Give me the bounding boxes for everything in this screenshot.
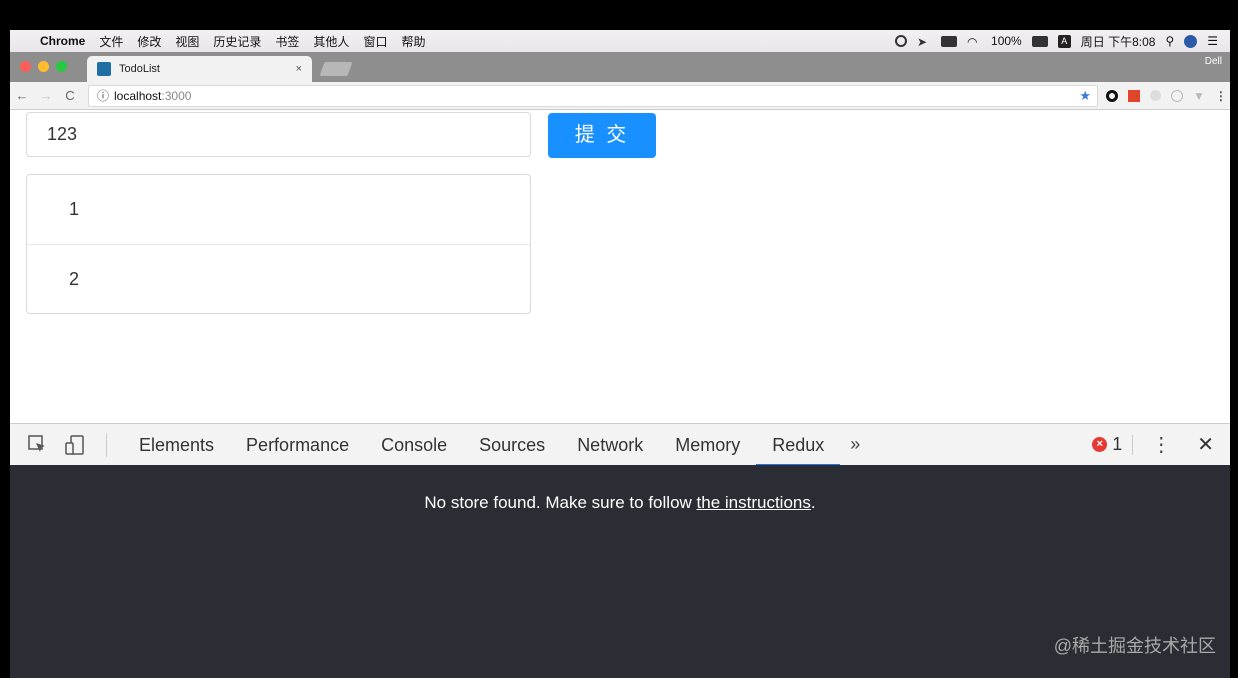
mac-menu-bar: Chrome 文件 修改 视图 历史记录 书签 其他人 窗口 帮助 ➤ ◠ 10…: [10, 30, 1230, 52]
battery-percent: 100%: [991, 34, 1022, 48]
message-end: .: [810, 493, 816, 512]
message-text: No store found. Make sure to follow: [424, 493, 697, 512]
menu-window[interactable]: 窗口: [363, 33, 387, 50]
back-icon[interactable]: ←: [10, 88, 34, 103]
divider: [106, 432, 107, 457]
page-content: 123 提 交 1 2: [10, 111, 1230, 423]
reload-icon[interactable]: C: [58, 88, 82, 103]
devtools-menu-icon[interactable]: ⋮: [1151, 432, 1171, 457]
screen: Chrome 文件 修改 视图 历史记录 书签 其他人 窗口 帮助 ➤ ◠ 10…: [10, 30, 1230, 678]
display-icon[interactable]: [941, 35, 958, 47]
menu-file[interactable]: 文件: [99, 33, 123, 50]
extensions: ▼ ⋮: [1106, 89, 1227, 103]
tab-memory[interactable]: Memory: [659, 424, 756, 466]
menu-clock[interactable]: 周日 下午8:08: [1081, 33, 1156, 50]
menu-edit[interactable]: 修改: [137, 33, 161, 50]
tab-sources[interactable]: Sources: [463, 424, 561, 466]
menu-people[interactable]: 其他人: [313, 33, 349, 50]
notification-center-icon[interactable]: ☰: [1207, 34, 1218, 48]
extension-ring-icon[interactable]: [1106, 89, 1118, 102]
redux-panel: No store found. Make sure to follow the …: [10, 465, 1230, 678]
tab-performance[interactable]: Performance: [230, 424, 365, 466]
minimize-window-icon[interactable]: [38, 61, 49, 72]
browser-toolbar: ← → C ⓘ localhost :3000 ★ ▼ ⋮: [10, 82, 1230, 110]
device-toolbar-icon[interactable]: [64, 434, 86, 456]
extension-red-icon[interactable]: [1128, 89, 1140, 102]
browser-tab[interactable]: TodoList ×: [87, 56, 312, 82]
tab-title: TodoList: [119, 63, 160, 75]
tab-redux[interactable]: Redux: [756, 424, 841, 466]
wifi-icon[interactable]: ◠: [967, 35, 981, 49]
list-item[interactable]: 2: [27, 244, 530, 313]
vue-devtools-icon[interactable]: ▼: [1193, 89, 1205, 103]
profile-name[interactable]: Dell: [1205, 56, 1230, 79]
new-tab-button[interactable]: [319, 62, 353, 76]
watermark: @稀土掘金技术社区: [1053, 636, 1216, 656]
favicon-icon: [97, 62, 111, 76]
input-method-icon[interactable]: A: [1057, 34, 1071, 48]
url-port: :3000: [161, 88, 192, 103]
extension-outline-icon[interactable]: [1171, 89, 1183, 102]
menu-view[interactable]: 视图: [175, 33, 199, 50]
instructions-link[interactable]: the instructions: [697, 493, 811, 512]
devtools-tab-bar: Elements Performance Console Sources Net…: [10, 423, 1230, 466]
no-store-message: No store found. Make sure to follow the …: [10, 493, 1230, 513]
more-tabs-icon[interactable]: »: [840, 434, 870, 455]
menu-history[interactable]: 历史记录: [213, 33, 261, 50]
todo-input[interactable]: 123: [26, 112, 531, 157]
battery-icon[interactable]: [1031, 35, 1048, 47]
window-controls: [10, 61, 77, 82]
chrome-menu-icon[interactable]: ⋮: [1215, 89, 1227, 103]
forward-icon[interactable]: →: [34, 88, 58, 103]
todo-list: 1 2: [26, 174, 531, 314]
record-icon[interactable]: [895, 35, 908, 47]
divider: [1132, 434, 1134, 455]
menu-bookmarks[interactable]: 书签: [275, 33, 299, 50]
spotlight-icon[interactable]: ⚲: [1165, 34, 1174, 48]
list-item[interactable]: 1: [27, 175, 530, 244]
siri-icon[interactable]: [1184, 34, 1198, 48]
devtools-actions: × 1 ⋮ ✕: [1092, 432, 1230, 457]
send-icon[interactable]: ➤: [917, 35, 931, 49]
site-info-icon[interactable]: ⓘ: [97, 87, 109, 104]
url-host: localhost: [114, 88, 162, 103]
address-bar[interactable]: ⓘ localhost :3000 ★: [88, 84, 1098, 107]
bookmark-star-icon[interactable]: ★: [1079, 88, 1091, 104]
menu-app-name[interactable]: Chrome: [40, 34, 85, 48]
submit-button[interactable]: 提 交: [548, 113, 656, 158]
close-window-icon[interactable]: [20, 61, 31, 72]
tab-close-icon[interactable]: ×: [296, 63, 302, 75]
tab-elements[interactable]: Elements: [123, 424, 230, 466]
maximize-window-icon[interactable]: [56, 61, 67, 72]
tab-network[interactable]: Network: [561, 424, 659, 466]
browser-tab-strip: TodoList × Dell: [10, 52, 1230, 82]
menu-tray: ➤ ◠ 100% A 周日 下午8:08 ⚲ ☰: [895, 33, 1230, 50]
error-count[interactable]: 1: [1112, 434, 1122, 455]
menu-help[interactable]: 帮助: [401, 33, 425, 50]
inspect-element-icon[interactable]: [26, 434, 48, 456]
close-devtools-icon[interactable]: ✕: [1197, 432, 1214, 457]
tab-console[interactable]: Console: [365, 424, 463, 466]
extension-grey-icon[interactable]: [1150, 90, 1161, 101]
error-icon[interactable]: ×: [1092, 437, 1108, 452]
